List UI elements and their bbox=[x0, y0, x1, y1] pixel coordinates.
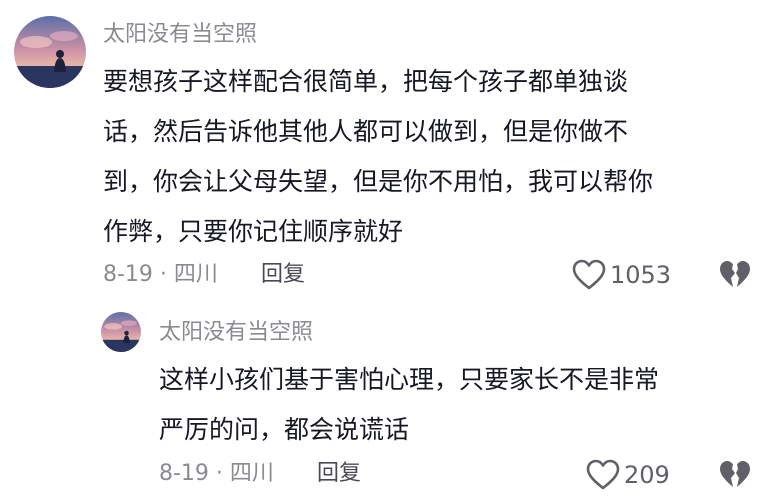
avatar[interactable] bbox=[101, 312, 141, 352]
like-button[interactable]: 1053 bbox=[572, 259, 671, 291]
comment-content-line: 到，你会让父母失望，但是你不用怕，我可以帮你 bbox=[103, 167, 654, 196]
sunset-silhouette-avatar bbox=[101, 312, 141, 352]
comment-username[interactable]: 太阳没有当空照 bbox=[159, 322, 313, 344]
comment-content-line: 这样小孩们基于害怕心理，只要家长不是非常 bbox=[159, 365, 660, 394]
like-count: 209 bbox=[624, 461, 670, 489]
avatar[interactable] bbox=[14, 16, 86, 88]
comment-content-line: 要想孩子这样配合很简单，把每个孩子都单独谈 bbox=[103, 67, 629, 96]
comment-content-line: 话，然后告诉他其他人都可以做到，但是你做不 bbox=[103, 117, 629, 146]
comment-username[interactable]: 太阳没有当空照 bbox=[103, 24, 257, 46]
heart-outline-icon bbox=[572, 259, 606, 290]
comment-date-location: 8-19 · 四川 bbox=[103, 262, 218, 287]
dislike-button[interactable] bbox=[718, 459, 752, 491]
comment-content-line: 严厉的问，都会说谎话 bbox=[159, 415, 410, 444]
like-count: 1053 bbox=[610, 261, 672, 289]
reply-button[interactable]: 回复 bbox=[261, 264, 305, 286]
sunset-silhouette-avatar bbox=[14, 16, 86, 88]
comment-date-location: 8-19 · 四川 bbox=[159, 461, 274, 486]
dislike-button[interactable] bbox=[718, 259, 752, 291]
comment-content: 要想孩子这样配合很简单，把每个孩子都单独谈 话，然后告诉他其他人都可以做到，但是… bbox=[103, 57, 653, 257]
comment-content: 这样小孩们基于害怕心理，只要家长不是非常 严厉的问，都会说谎话 bbox=[159, 355, 659, 455]
reply-button[interactable]: 回复 bbox=[317, 463, 361, 485]
like-button[interactable]: 209 bbox=[586, 459, 670, 491]
broken-heart-icon bbox=[720, 461, 750, 487]
heart-outline-icon bbox=[586, 459, 620, 490]
broken-heart-icon bbox=[720, 261, 750, 287]
comment-content-line: 作弊，只要你记住顺序就好 bbox=[103, 217, 404, 246]
